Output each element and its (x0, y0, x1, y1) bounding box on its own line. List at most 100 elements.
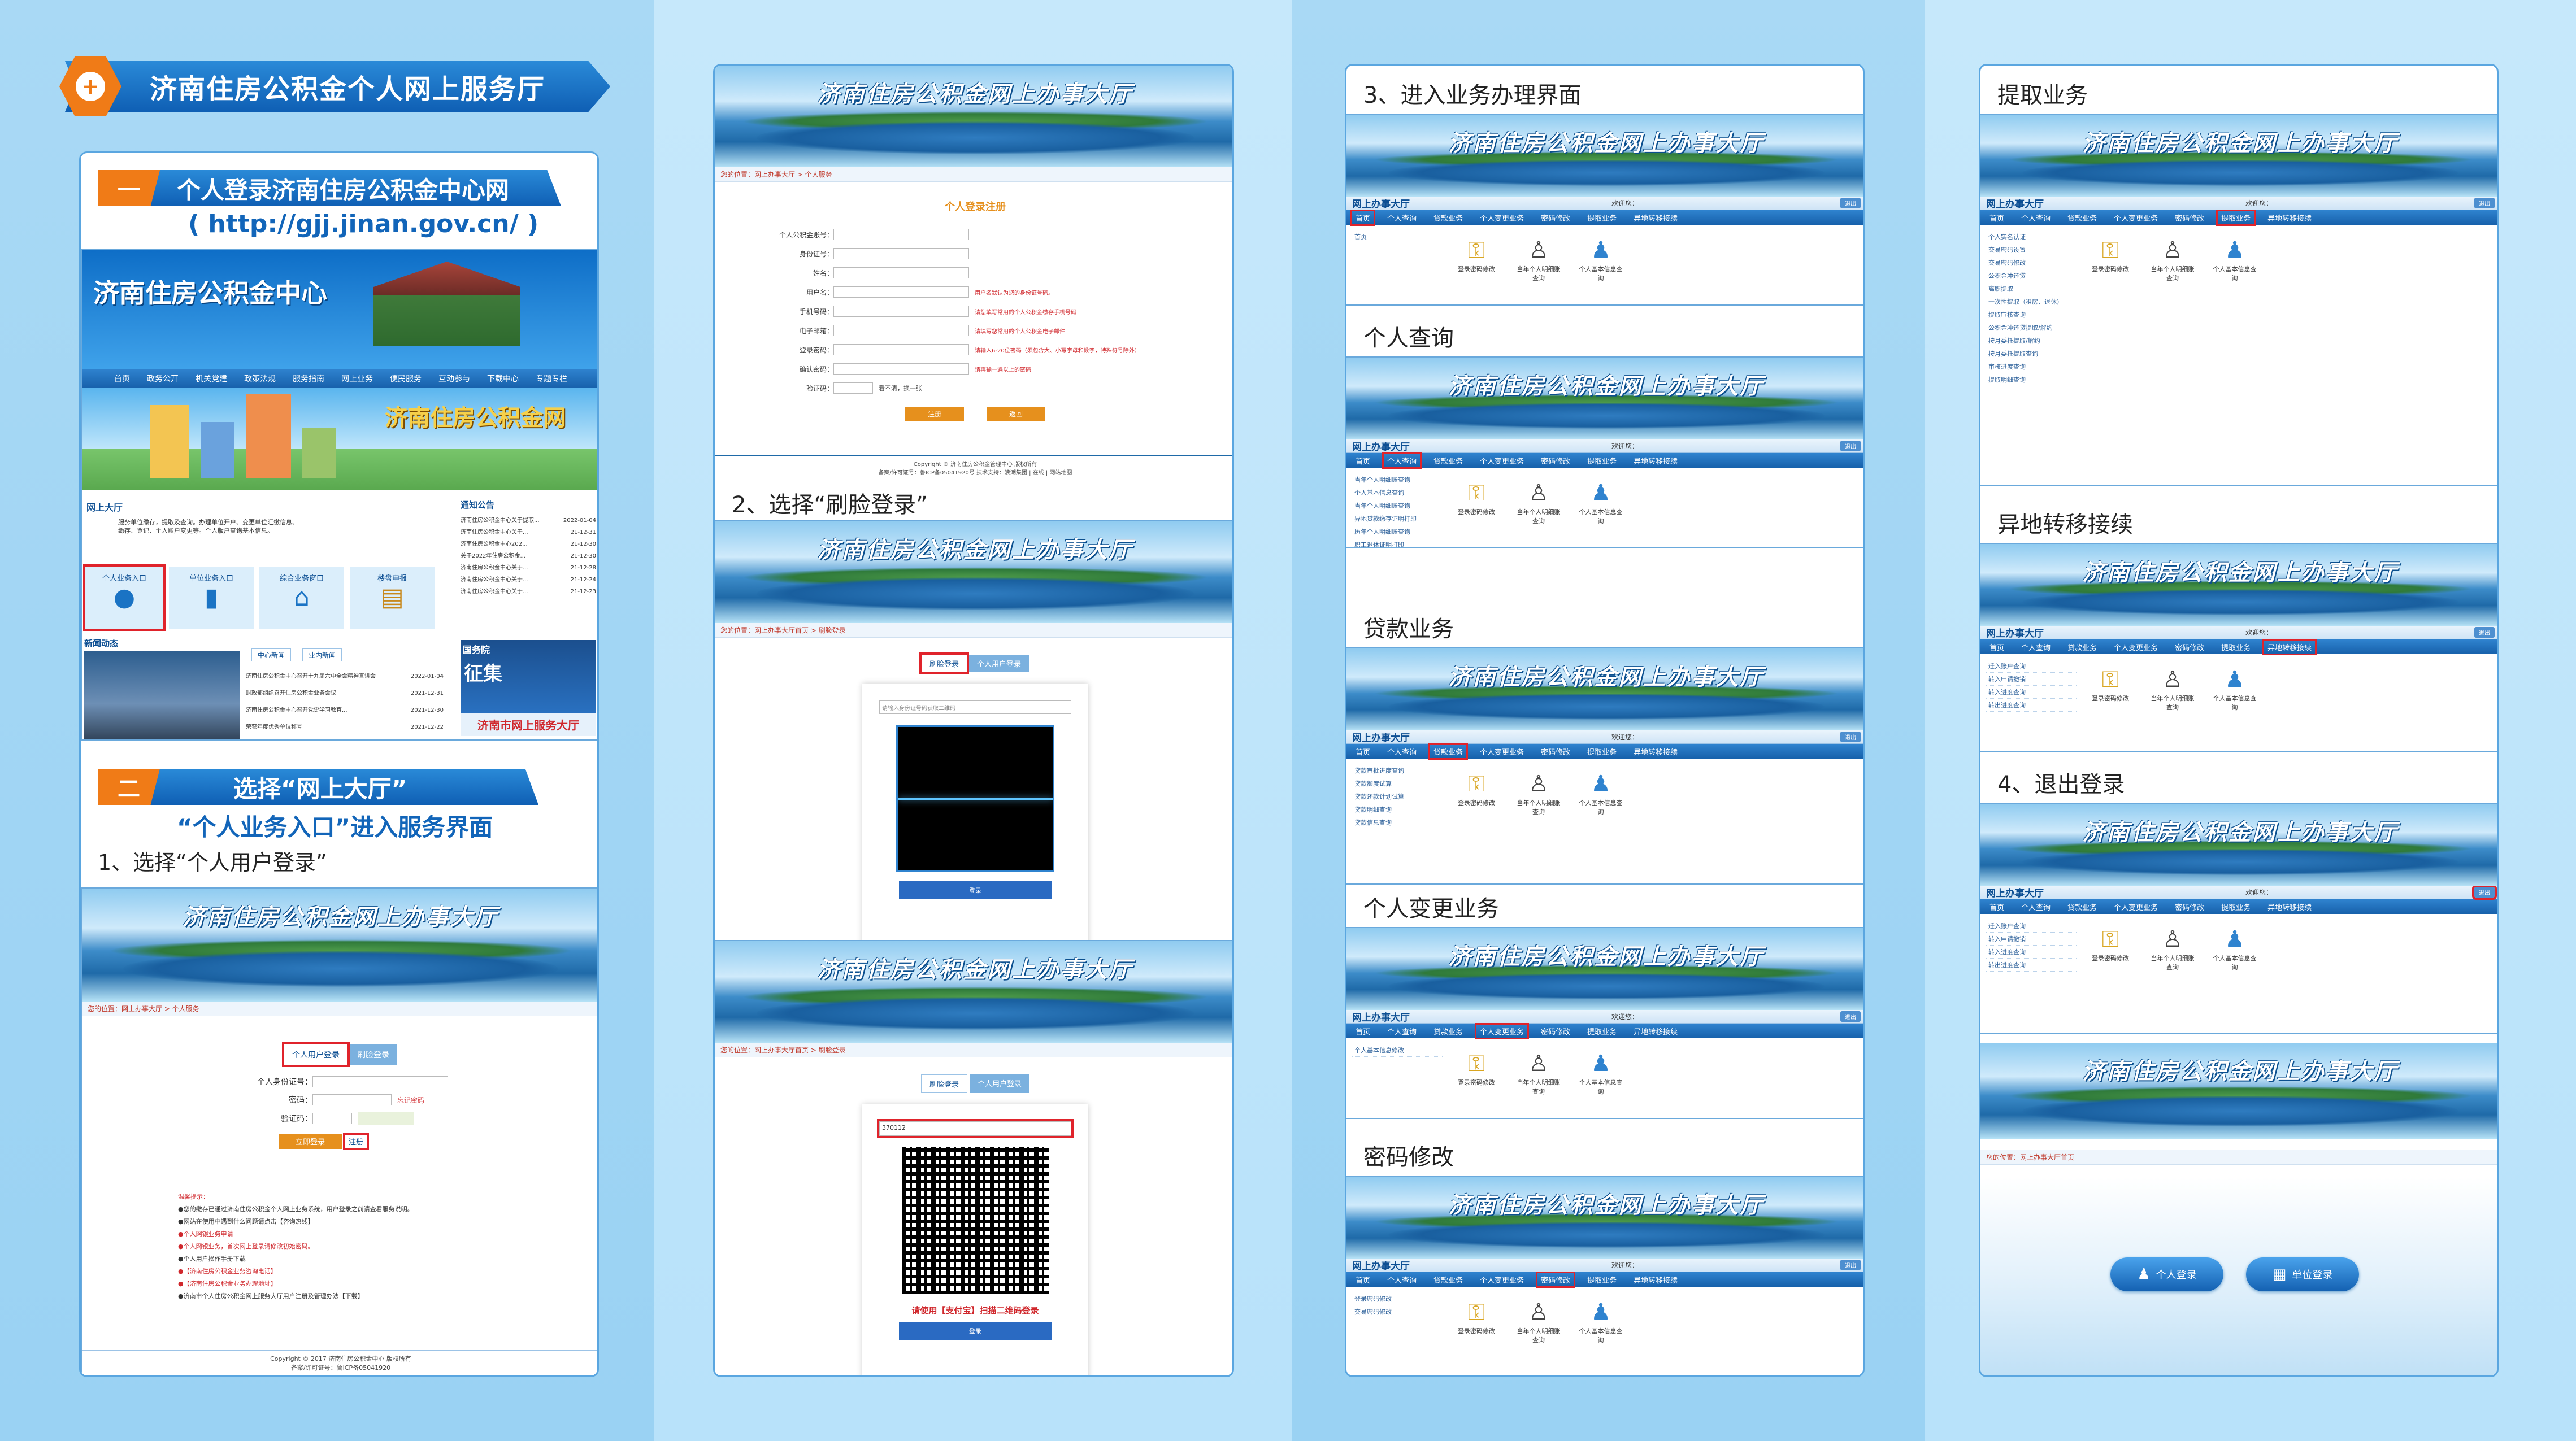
face-login-tab[interactable]: 刷脸登录 (920, 1074, 967, 1093)
side-menu-item[interactable]: 贷款审批进度查询 (1352, 764, 1443, 777)
field-input[interactable] (833, 344, 969, 355)
site-nav-item[interactable]: 互动参与 (435, 372, 474, 385)
side-menu-item[interactable]: 首页 (1352, 230, 1443, 243)
nav-change[interactable]: 个人变更业务 (1476, 745, 1527, 758)
password-input[interactable] (312, 1094, 392, 1105)
qr-login-button[interactable]: 登录 (899, 1322, 1052, 1340)
nav-query[interactable]: 个人查询 (2018, 211, 2054, 224)
nav-loan[interactable]: 贷款业务 (2064, 211, 2100, 224)
nav-home[interactable]: 首页 (1986, 900, 2008, 913)
nav-transfer[interactable]: 异地转移接续 (1630, 1025, 1681, 1038)
nav-password[interactable]: 密码修改 (1537, 211, 1574, 224)
personal-login-tab[interactable]: 个人用户登录 (970, 1074, 1030, 1093)
field-input[interactable] (833, 229, 969, 240)
nav-loan[interactable]: 贷款业务 (1428, 743, 1469, 760)
nav-query[interactable]: 个人查询 (1384, 1273, 1420, 1286)
nav-loan[interactable]: 贷款业务 (1430, 1273, 1466, 1286)
nav-withdraw[interactable]: 提取业务 (2218, 900, 2254, 913)
nav-withdraw[interactable]: 提取业务 (1584, 454, 1620, 467)
register-link[interactable]: 注册 (343, 1133, 370, 1150)
nav-home[interactable]: 首页 (1352, 1273, 1374, 1286)
nav-home[interactable]: 首页 (1350, 209, 1376, 226)
side-menu-item[interactable]: 交易密码修改 (1352, 1305, 1443, 1318)
nav-withdraw[interactable]: 提取业务 (1584, 211, 1620, 224)
nav-change[interactable]: 个人变更业务 (1476, 454, 1527, 467)
nav-transfer[interactable]: 异地转移接续 (2264, 211, 2315, 224)
side-menu-item[interactable]: 个人实名认证 (1986, 230, 2077, 243)
side-menu-item[interactable]: 贷款信息查询 (1352, 816, 1443, 829)
nav-home[interactable]: 首页 (1352, 1025, 1374, 1038)
side-menu-item[interactable]: 转入进度查询 (1986, 686, 2077, 699)
site-nav-item[interactable]: 政务公开 (144, 372, 182, 385)
nav-query[interactable]: 个人查询 (2018, 900, 2054, 913)
nav-transfer[interactable]: 异地转移接续 (1630, 745, 1681, 758)
side-menu-item[interactable]: 转出进度查询 (1986, 699, 2077, 712)
news-item[interactable]: 济南住房公积金中心召开党史学习教育... 2021-12-30 (246, 702, 444, 719)
field-input[interactable] (833, 382, 873, 394)
side-menu-item[interactable]: 迁入账户查询 (1986, 920, 2077, 933)
nav-loan[interactable]: 贷款业务 (2064, 900, 2100, 913)
nav-query[interactable]: 个人查询 (1384, 745, 1420, 758)
logout-button[interactable]: 退出 (1840, 732, 1861, 742)
site-nav-item[interactable]: 首页 (111, 372, 133, 385)
side-menu-item[interactable]: 转入申请撤销 (1986, 933, 2077, 946)
tile-password[interactable]: ⚿ 登录密码修改 (1454, 770, 1499, 829)
logout-button[interactable]: 退出 (1840, 1011, 1861, 1022)
nav-transfer[interactable]: 异地转移接续 (1630, 1273, 1681, 1286)
tile-basic-info[interactable]: ♟ 个人基本信息查询 (2212, 925, 2257, 972)
nav-password[interactable]: 密码修改 (2171, 211, 2208, 224)
side-menu-item[interactable]: 迁入账户查询 (1986, 660, 2077, 673)
nav-change[interactable]: 个人变更业务 (1476, 211, 1527, 224)
site-nav-item[interactable]: 专题专栏 (532, 372, 571, 385)
notice-item[interactable]: 济南住房公积金中心关于... 21-12-23 (461, 586, 596, 598)
side-menu-item[interactable]: 贷款还款计划试算 (1352, 790, 1443, 803)
general-window-button[interactable]: 综合业务窗口 ⌂ (259, 567, 344, 629)
tile-detail[interactable]: ♙ 当年个人明细账查询 (1516, 236, 1561, 282)
news-item[interactable]: 财政部组织召开住房公积金业务会议 2021-12-31 (246, 685, 444, 702)
nav-transfer[interactable]: 异地转移接续 (1630, 454, 1681, 467)
side-menu-item[interactable]: 交易密码修改 (1986, 256, 2077, 269)
nav-withdraw[interactable]: 提取业务 (2216, 209, 2256, 226)
nav-password[interactable]: 密码修改 (1537, 1025, 1574, 1038)
tile-basic-info[interactable]: ♟ 个人基本信息查询 (2212, 236, 2257, 386)
nav-loan[interactable]: 贷款业务 (1430, 211, 1466, 224)
logout-button[interactable]: 退出 (2474, 198, 2495, 208)
side-menu-item[interactable]: 当年个人明细账查询 (1352, 499, 1443, 512)
id-input[interactable] (312, 1076, 448, 1087)
notice-item[interactable]: 关于2022年住房公积金... 21-12-30 (461, 550, 596, 562)
side-menu-item[interactable]: 登录密码修改 (1352, 1292, 1443, 1305)
notice-item[interactable]: 济南住房公积金中心202... 21-12-30 (461, 538, 596, 550)
nav-query[interactable]: 个人查询 (2018, 641, 2054, 654)
side-menu-item[interactable]: 贷款明细查询 (1352, 803, 1443, 816)
tile-password[interactable]: ⚿ 登录密码修改 (1454, 479, 1499, 547)
field-input[interactable] (833, 363, 969, 375)
nav-withdraw[interactable]: 提取业务 (1584, 1025, 1620, 1038)
nav-change[interactable]: 个人变更业务 (1475, 1022, 1530, 1039)
tile-detail[interactable]: ♙ 当年个人明细账查询 (1516, 1050, 1561, 1096)
nav-loan[interactable]: 贷款业务 (1430, 454, 1466, 467)
side-menu-item[interactable]: 个人基本信息查询 (1352, 486, 1443, 499)
captcha-input[interactable] (312, 1113, 352, 1124)
field-input[interactable] (833, 286, 969, 298)
side-menu-item[interactable]: 公积金冲还贷提取/解约 (1986, 321, 2077, 334)
side-menu-item[interactable]: 职工退休证明打印 (1352, 538, 1443, 547)
face-login-tab[interactable]: 刷脸登录 (350, 1044, 397, 1065)
tile-password[interactable]: ⚿ 登录密码修改 (1454, 236, 1499, 282)
property-declare-button[interactable]: 楼盘申报 ▤ (350, 567, 435, 629)
nav-transfer[interactable]: 异地转移接续 (2262, 638, 2317, 655)
field-input[interactable] (833, 325, 969, 336)
tile-basic-info[interactable]: ♟ 个人基本信息查询 (2212, 665, 2257, 712)
side-menu-item[interactable]: 当年个人明细账查询 (1352, 473, 1443, 486)
news-item[interactable]: 济南住房公积金中心召开十九届六中全会精神宣讲会 2022-01-04 (246, 668, 444, 685)
nav-password[interactable]: 密码修改 (2171, 641, 2208, 654)
side-menu-item[interactable]: 贷款额度试算 (1352, 777, 1443, 790)
nav-home[interactable]: 首页 (1352, 745, 1374, 758)
side-menu-item[interactable]: 个人基本信息修改 (1352, 1044, 1443, 1057)
site-nav-item[interactable]: 下载中心 (484, 372, 522, 385)
notice-item[interactable]: 济南住房公积金中心关于... 21-12-28 (461, 562, 596, 574)
tile-password[interactable]: ⚿ 登录密码修改 (2088, 665, 2133, 712)
field-input[interactable] (833, 306, 969, 317)
side-menu-item[interactable]: 转入申请撤销 (1986, 673, 2077, 686)
side-menu-item[interactable]: 异地贷款缴存证明打印 (1352, 512, 1443, 525)
personal-login-tab[interactable]: 个人用户登录 (969, 655, 1029, 672)
